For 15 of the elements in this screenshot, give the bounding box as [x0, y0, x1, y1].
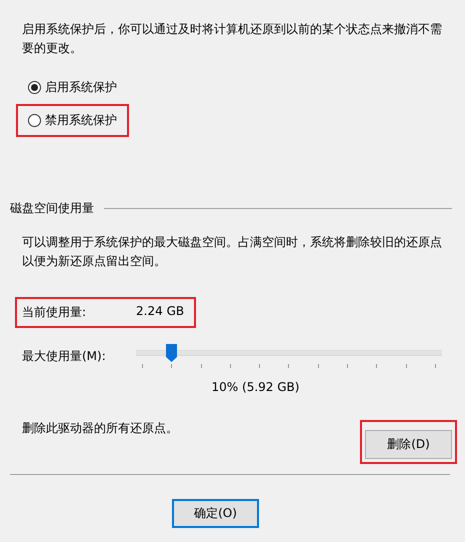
description-text: 启用系统保护后，你可以通过及时将计算机还原到以前的某个状态点来撤消不需要的更改。	[22, 21, 443, 57]
usage-label: 当前使用量:	[22, 304, 86, 321]
radio-label[interactable]: 禁用系统保护	[45, 112, 117, 129]
delete-button[interactable]: 删除(D)	[365, 430, 452, 459]
ok-button[interactable]: 确定(O)	[172, 499, 259, 528]
delete-description: 删除此驱动器的所有还原点。	[22, 420, 178, 437]
slider-label: 最大使用量(M):	[22, 348, 107, 365]
usage-value: 2.24 GB	[136, 304, 184, 320]
description-text: 可以调整用于系统保护的最大磁盘空间。占满空间时，系统将删除较旧的还原点以便为新还原点留出空间。	[22, 234, 443, 270]
radio-label[interactable]: 启用系统保护	[45, 79, 117, 96]
slider-reading: 10% (5.92 GB)	[210, 380, 300, 394]
section-heading: 磁盘空间使用量	[10, 200, 94, 217]
slider-thumb[interactable]	[166, 344, 178, 362]
radio-button[interactable]	[28, 81, 41, 94]
radio-button[interactable]	[28, 114, 41, 127]
